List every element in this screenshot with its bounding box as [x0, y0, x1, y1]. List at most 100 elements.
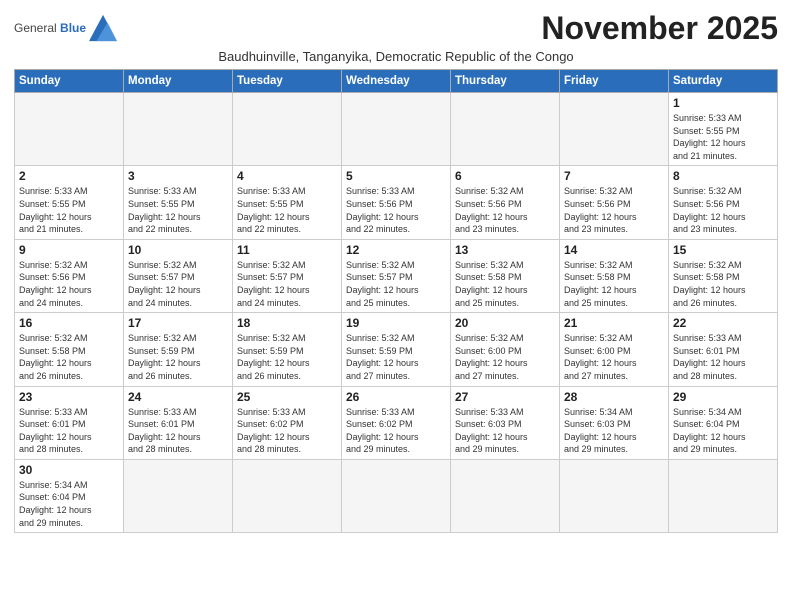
calendar-cell: 22 Sunrise: 5:33 AM Sunset: 6:01 PM Dayli…	[669, 313, 778, 386]
day-number: 5	[346, 169, 446, 183]
day-info: Sunrise: 5:32 AM Sunset: 5:58 PM Dayligh…	[673, 259, 773, 309]
weekday-header-tuesday: Tuesday	[233, 70, 342, 93]
weekday-header-wednesday: Wednesday	[342, 70, 451, 93]
calendar-cell: 15 Sunrise: 5:32 AM Sunset: 5:58 PM Dayli…	[669, 239, 778, 312]
day-info: Sunrise: 5:33 AM Sunset: 6:01 PM Dayligh…	[19, 406, 119, 456]
week-row-5: 23 Sunrise: 5:33 AM Sunset: 6:01 PM Dayli…	[15, 386, 778, 459]
calendar-cell: 6 Sunrise: 5:32 AM Sunset: 5:56 PM Daylig…	[451, 166, 560, 239]
logo-icon	[89, 14, 117, 42]
day-info: Sunrise: 5:33 AM Sunset: 5:55 PM Dayligh…	[673, 112, 773, 162]
day-info: Sunrise: 5:34 AM Sunset: 6:04 PM Dayligh…	[673, 406, 773, 456]
day-number: 12	[346, 243, 446, 257]
day-info: Sunrise: 5:32 AM Sunset: 5:59 PM Dayligh…	[237, 332, 337, 382]
calendar-cell	[233, 93, 342, 166]
day-number: 9	[19, 243, 119, 257]
day-number: 25	[237, 390, 337, 404]
calendar-cell: 8 Sunrise: 5:32 AM Sunset: 5:56 PM Daylig…	[669, 166, 778, 239]
weekday-header-thursday: Thursday	[451, 70, 560, 93]
calendar-cell: 14 Sunrise: 5:32 AM Sunset: 5:58 PM Dayli…	[560, 239, 669, 312]
page: General Blue November 2025 Baudhuinville…	[0, 0, 792, 541]
day-number: 16	[19, 316, 119, 330]
calendar-cell: 18 Sunrise: 5:32 AM Sunset: 5:59 PM Dayli…	[233, 313, 342, 386]
day-info: Sunrise: 5:32 AM Sunset: 5:56 PM Dayligh…	[455, 185, 555, 235]
day-info: Sunrise: 5:32 AM Sunset: 5:57 PM Dayligh…	[346, 259, 446, 309]
weekday-header-friday: Friday	[560, 70, 669, 93]
calendar-cell: 5 Sunrise: 5:33 AM Sunset: 5:56 PM Daylig…	[342, 166, 451, 239]
day-info: Sunrise: 5:34 AM Sunset: 6:03 PM Dayligh…	[564, 406, 664, 456]
week-row-1: 1 Sunrise: 5:33 AM Sunset: 5:55 PM Daylig…	[15, 93, 778, 166]
day-number: 6	[455, 169, 555, 183]
day-number: 1	[673, 96, 773, 110]
day-number: 29	[673, 390, 773, 404]
day-number: 28	[564, 390, 664, 404]
calendar-cell: 10 Sunrise: 5:32 AM Sunset: 5:57 PM Dayli…	[124, 239, 233, 312]
day-number: 19	[346, 316, 446, 330]
calendar-cell: 9 Sunrise: 5:32 AM Sunset: 5:56 PM Daylig…	[15, 239, 124, 312]
week-row-6: 30Sunrise: 5:34 AM Sunset: 6:04 PM Dayli…	[15, 459, 778, 532]
day-number: 13	[455, 243, 555, 257]
day-info: Sunrise: 5:33 AM Sunset: 6:01 PM Dayligh…	[673, 332, 773, 382]
day-number: 11	[237, 243, 337, 257]
day-number: 4	[237, 169, 337, 183]
calendar-cell: 20Sunrise: 5:32 AM Sunset: 6:00 PM Dayli…	[451, 313, 560, 386]
day-number: 26	[346, 390, 446, 404]
weekday-header-monday: Monday	[124, 70, 233, 93]
day-number: 3	[128, 169, 228, 183]
day-info: Sunrise: 5:32 AM Sunset: 5:58 PM Dayligh…	[564, 259, 664, 309]
calendar-cell	[342, 459, 451, 532]
day-number: 8	[673, 169, 773, 183]
weekday-header-sunday: Sunday	[15, 70, 124, 93]
calendar-cell: 4 Sunrise: 5:33 AM Sunset: 5:55 PM Daylig…	[233, 166, 342, 239]
calendar-cell: 25 Sunrise: 5:33 AM Sunset: 6:02 PM Dayli…	[233, 386, 342, 459]
day-info: Sunrise: 5:33 AM Sunset: 5:55 PM Dayligh…	[19, 185, 119, 235]
day-number: 18	[237, 316, 337, 330]
day-number: 2	[19, 169, 119, 183]
day-info: Sunrise: 5:33 AM Sunset: 6:02 PM Dayligh…	[237, 406, 337, 456]
calendar-cell	[669, 459, 778, 532]
calendar-cell: 19Sunrise: 5:32 AM Sunset: 5:59 PM Dayli…	[342, 313, 451, 386]
logo-text: General Blue	[14, 21, 86, 35]
day-info: Sunrise: 5:32 AM Sunset: 5:56 PM Dayligh…	[673, 185, 773, 235]
logo: General Blue	[14, 14, 117, 42]
calendar-cell: 12 Sunrise: 5:32 AM Sunset: 5:57 PM Dayli…	[342, 239, 451, 312]
weekday-header-saturday: Saturday	[669, 70, 778, 93]
calendar-cell	[15, 93, 124, 166]
week-row-3: 9 Sunrise: 5:32 AM Sunset: 5:56 PM Daylig…	[15, 239, 778, 312]
header-row: General Blue November 2025	[14, 10, 778, 47]
day-number: 20	[455, 316, 555, 330]
day-info: Sunrise: 5:33 AM Sunset: 6:03 PM Dayligh…	[455, 406, 555, 456]
calendar-cell: 16Sunrise: 5:32 AM Sunset: 5:58 PM Dayli…	[15, 313, 124, 386]
day-info: Sunrise: 5:32 AM Sunset: 5:57 PM Dayligh…	[237, 259, 337, 309]
day-info: Sunrise: 5:32 AM Sunset: 6:00 PM Dayligh…	[564, 332, 664, 382]
day-number: 14	[564, 243, 664, 257]
day-info: Sunrise: 5:32 AM Sunset: 5:56 PM Dayligh…	[19, 259, 119, 309]
day-info: Sunrise: 5:33 AM Sunset: 5:56 PM Dayligh…	[346, 185, 446, 235]
week-row-4: 16Sunrise: 5:32 AM Sunset: 5:58 PM Dayli…	[15, 313, 778, 386]
day-info: Sunrise: 5:32 AM Sunset: 5:57 PM Dayligh…	[128, 259, 228, 309]
day-number: 21	[564, 316, 664, 330]
calendar-cell	[560, 93, 669, 166]
calendar-cell: 3Sunrise: 5:33 AM Sunset: 5:55 PM Daylig…	[124, 166, 233, 239]
day-number: 24	[128, 390, 228, 404]
calendar-cell	[124, 459, 233, 532]
day-number: 10	[128, 243, 228, 257]
calendar-cell: 2 Sunrise: 5:33 AM Sunset: 5:55 PM Daylig…	[15, 166, 124, 239]
calendar: SundayMondayTuesdayWednesdayThursdayFrid…	[14, 69, 778, 533]
day-number: 7	[564, 169, 664, 183]
calendar-cell: 27 Sunrise: 5:33 AM Sunset: 6:03 PM Dayli…	[451, 386, 560, 459]
subtitle: Baudhuinville, Tanganyika, Democratic Re…	[14, 49, 778, 64]
calendar-cell: 11 Sunrise: 5:32 AM Sunset: 5:57 PM Dayli…	[233, 239, 342, 312]
week-row-2: 2 Sunrise: 5:33 AM Sunset: 5:55 PM Daylig…	[15, 166, 778, 239]
day-info: Sunrise: 5:34 AM Sunset: 6:04 PM Dayligh…	[19, 479, 119, 529]
calendar-cell: 17Sunrise: 5:32 AM Sunset: 5:59 PM Dayli…	[124, 313, 233, 386]
day-number: 27	[455, 390, 555, 404]
day-number: 23	[19, 390, 119, 404]
calendar-cell: 28 Sunrise: 5:34 AM Sunset: 6:03 PM Dayli…	[560, 386, 669, 459]
day-number: 15	[673, 243, 773, 257]
calendar-cell: 23 Sunrise: 5:33 AM Sunset: 6:01 PM Dayli…	[15, 386, 124, 459]
day-info: Sunrise: 5:32 AM Sunset: 5:56 PM Dayligh…	[564, 185, 664, 235]
calendar-cell: 29 Sunrise: 5:34 AM Sunset: 6:04 PM Dayli…	[669, 386, 778, 459]
day-info: Sunrise: 5:33 AM Sunset: 5:55 PM Dayligh…	[237, 185, 337, 235]
day-number: 22	[673, 316, 773, 330]
weekday-header-row: SundayMondayTuesdayWednesdayThursdayFrid…	[15, 70, 778, 93]
